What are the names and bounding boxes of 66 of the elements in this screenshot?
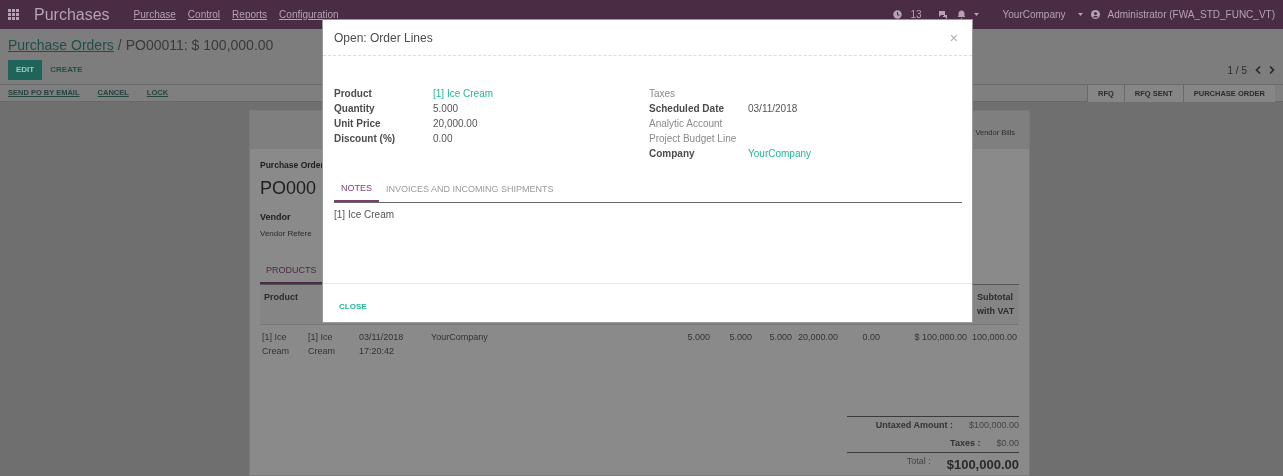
table-cell-text: 0.00 (861, 331, 881, 345)
total-label: Untaxed Amount : (875, 419, 953, 433)
field-link[interactable]: YourCompany (748, 146, 811, 161)
user-menu[interactable]: Administrator (FWA_STD_FUNC_VT) (1107, 7, 1275, 22)
field-value: 5.000 (433, 102, 459, 116)
total-label: Taxes : (950, 436, 981, 450)
field-label: Scheduled Date (649, 102, 726, 116)
breadcrumb-link[interactable]: Purchase Orders (8, 35, 114, 56)
field-link[interactable]: [1] Ice Cream (433, 86, 494, 101)
table-cell-text: 03/11/2018 17:20:42 (358, 331, 405, 358)
edit-button[interactable]: EDIT (8, 60, 43, 80)
caret-icon (1077, 13, 1083, 16)
table-cell-text: 100,000.00 (970, 331, 1018, 345)
field-label: Company (649, 147, 696, 161)
table-cell-text: [1] Ice Cream (261, 331, 290, 358)
app-title: Purchases (34, 4, 110, 25)
total-value: $0.00 (996, 436, 1019, 450)
notebook-tab[interactable]: INVOICES AND INCOMING SHIPMENTS (379, 182, 561, 202)
create-button[interactable]: CREATE (42, 60, 91, 80)
bell-icon[interactable] (956, 10, 966, 19)
breadcrumb-separator: / (117, 36, 122, 55)
table-cell-text: YourCompany (430, 331, 489, 345)
table-cell-text: 5.000 (768, 331, 793, 345)
table-cell-text: 20,000.00 (796, 331, 839, 345)
clock-icon[interactable] (893, 10, 903, 19)
chat-icon[interactable] (937, 10, 949, 19)
field-value: 0.00 (433, 132, 453, 146)
activity-count: 13 (910, 8, 922, 22)
close-button[interactable]: CLOSE (331, 299, 375, 315)
field-label: Unit Price (334, 117, 382, 131)
table-cell-text: [1] Ice Cream (307, 331, 336, 358)
note-text: [1] Ice Cream (334, 207, 396, 222)
dialog-title: Open: Order Lines (334, 29, 433, 47)
menu-item[interactable]: Reports (232, 7, 268, 22)
field-label: Project Budget Line (649, 132, 738, 146)
caret-icon (973, 13, 979, 16)
field-value: 03/11/2018 (748, 102, 798, 116)
field-label: Product (334, 87, 373, 101)
table-cell-text: 5.000 (686, 331, 711, 345)
table-cell-text: $ 100,000.00 (913, 331, 968, 345)
document-number: PO000 (260, 177, 317, 200)
total-value: $100,000.00 (968, 419, 1019, 433)
avatar-icon (1090, 10, 1100, 19)
company-switcher[interactable]: YourCompany (1002, 7, 1066, 22)
field-label: Taxes (649, 87, 677, 101)
menu-item[interactable]: Control (187, 7, 221, 22)
close-button[interactable]: × (949, 30, 958, 45)
column-header: Subtotal with VAT (977, 291, 1016, 318)
notebook-tab[interactable]: NOTES (334, 182, 379, 202)
pager-text: 1 / 5 (1227, 63, 1247, 78)
column-header: Product (263, 291, 299, 305)
field-label: Vendor (260, 211, 291, 225)
previous-icon[interactable] (1255, 66, 1261, 74)
total-label: Total : (906, 455, 931, 469)
menu-item[interactable]: Configuration (279, 7, 339, 22)
menu-item[interactable]: Purchase (133, 7, 176, 22)
field-value: 20,000.00 (433, 117, 478, 131)
apps-menu-icon[interactable] (8, 8, 20, 21)
table-cell-text: 5.000 (728, 331, 753, 345)
breadcrumb-current: PO00011: $ 100,000.00 (125, 36, 274, 55)
field-label: Vendor Refere (260, 227, 312, 240)
field-label: Analytic Account (649, 117, 724, 131)
field-label: Quantity (334, 102, 376, 116)
next-icon[interactable] (1269, 66, 1275, 74)
total-value: $100,000.00 (946, 456, 1019, 475)
field-label: Discount (%) (334, 132, 397, 146)
